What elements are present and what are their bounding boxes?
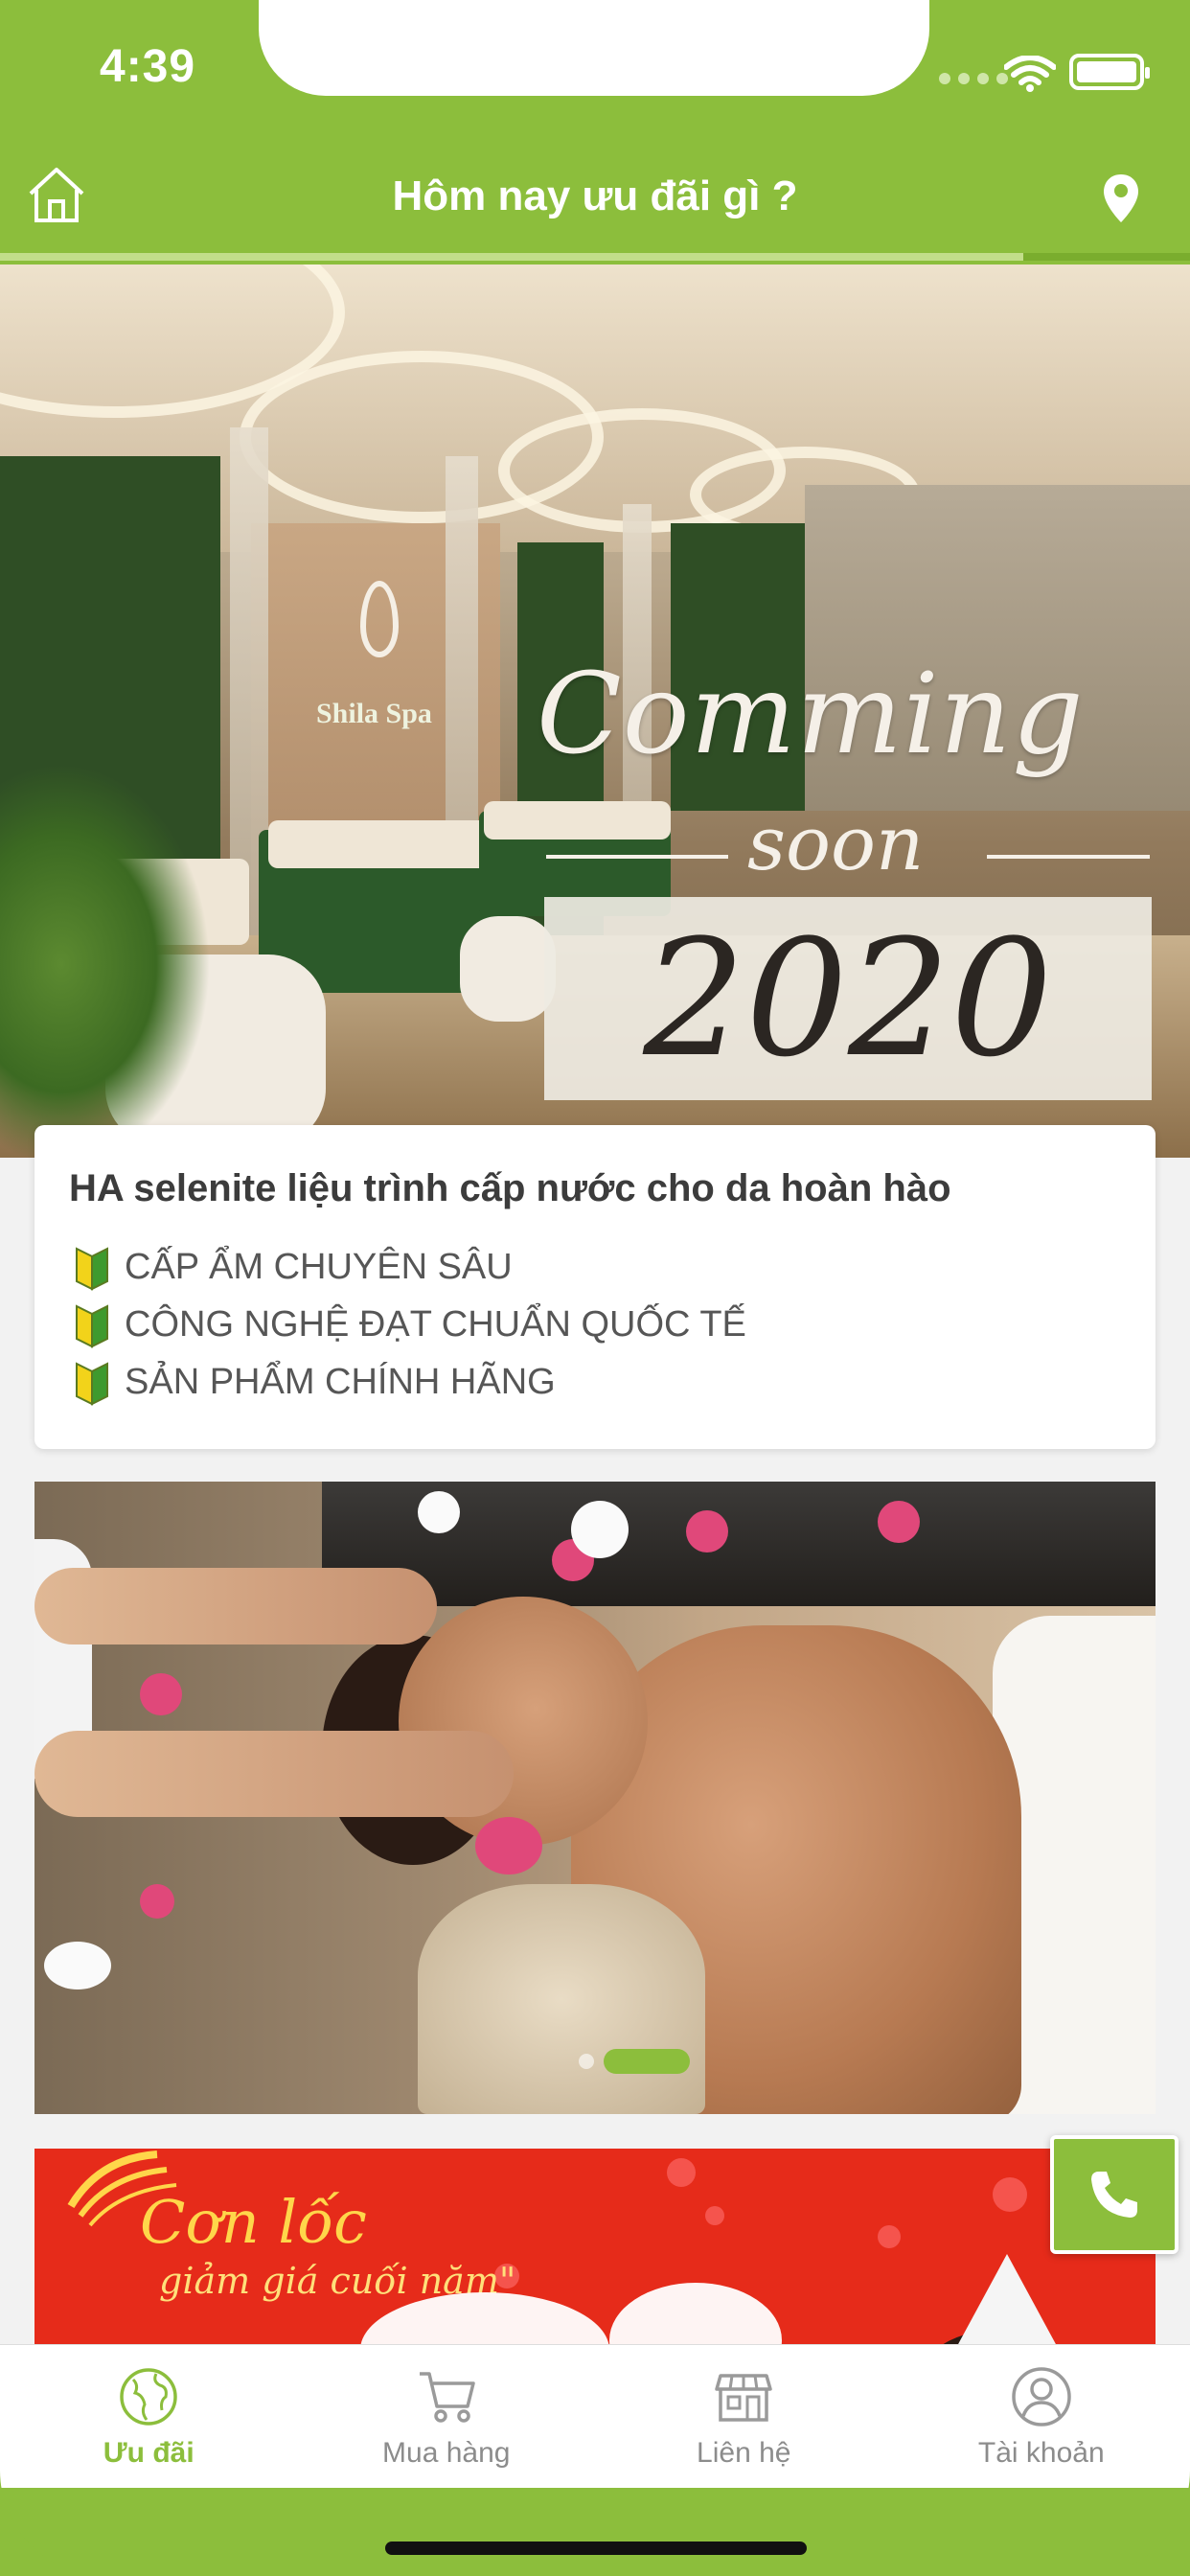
soon-text: soon [747,801,925,887]
crown-icon [945,2254,1069,2344]
year-text: 2020 [643,905,1053,1092]
promo-item: CẤP ẨM CHUYÊN SÂU [73,1240,513,1294]
status-bar: 4:39 [0,0,1190,153]
promo-item: SẢN PHẨM CHÍNH HÃNG [73,1355,556,1409]
tab-label: Liên hệ [697,2437,791,2469]
tab-uu-dai[interactable]: Ưu đãi [0,2345,298,2488]
globe-icon [120,2368,177,2426]
status-time: 4:39 [100,41,196,92]
page-title: Hôm nay ưu đãi gì ? [392,172,798,219]
promo-title: HA selenite liệu trình cấp nước cho da h… [69,1167,951,1209]
massage-carousel[interactable] [34,1482,1156,2114]
coming-soon-banner[interactable]: Shila Spa Comming soon 2020 [0,264,1190,1158]
location-pin-icon[interactable] [1102,172,1140,224]
nav-bar: Hôm nay ưu đãi gì ? [0,153,1190,261]
progress-fill [0,253,1024,261]
coming-text: Comming [537,650,1085,779]
divider-left [546,855,728,859]
year-end-sale-banner[interactable]: Cơn lốc giảm giá cuối năm" [34,2149,1156,2344]
beginner-leaf-icon [76,1304,108,1348]
battery-icon [1069,54,1150,90]
store-icon [715,2374,772,2422]
user-icon [1012,2367,1071,2426]
beginner-leaf-icon [76,1362,108,1406]
banner-headline: Cơn lốc [140,2187,367,2257]
content-scroll[interactable]: Shila Spa Comming soon 2020 HA selenite … [0,264,1190,2344]
cart-icon [419,2372,475,2423]
signal-icon [939,73,1008,84]
wifi-icon [1004,56,1056,92]
loading-progress-bar [0,253,1190,261]
beginner-leaf-icon [76,1247,108,1291]
tab-mua-hang[interactable]: Mua hàng [298,2345,596,2488]
app-screen: 4:39 Hôm nay ưu đãi gì ? Shila Spa Commi… [0,0,1190,2576]
tab-label: Mua hàng [382,2437,511,2469]
carousel-pager[interactable] [579,2049,690,2074]
call-button[interactable] [1050,2135,1179,2254]
tab-label: Ưu đãi [103,2437,195,2469]
promo-card[interactable]: HA selenite liệu trình cấp nước cho da h… [34,1125,1156,1449]
tab-tai-khoan[interactable]: Tài khoản [893,2345,1190,2488]
home-indicator[interactable] [385,2542,807,2555]
pager-dot-active[interactable] [604,2049,690,2074]
notch [259,0,929,96]
spa-logo-text: Shila Spa [316,698,432,729]
tab-lien-he[interactable]: Liên hệ [595,2345,893,2488]
tab-label: Tài khoản [977,2437,1105,2469]
phone-icon [1091,2172,1137,2218]
tab-bar: Ưu đãi Mua hàng Liên hệ Tài khoản [0,2344,1190,2488]
promo-item: CÔNG NGHỆ ĐẠT CHUẨN QUỐC TẾ [73,1298,746,1351]
pager-dot[interactable] [579,2054,594,2069]
divider-right [987,855,1150,859]
